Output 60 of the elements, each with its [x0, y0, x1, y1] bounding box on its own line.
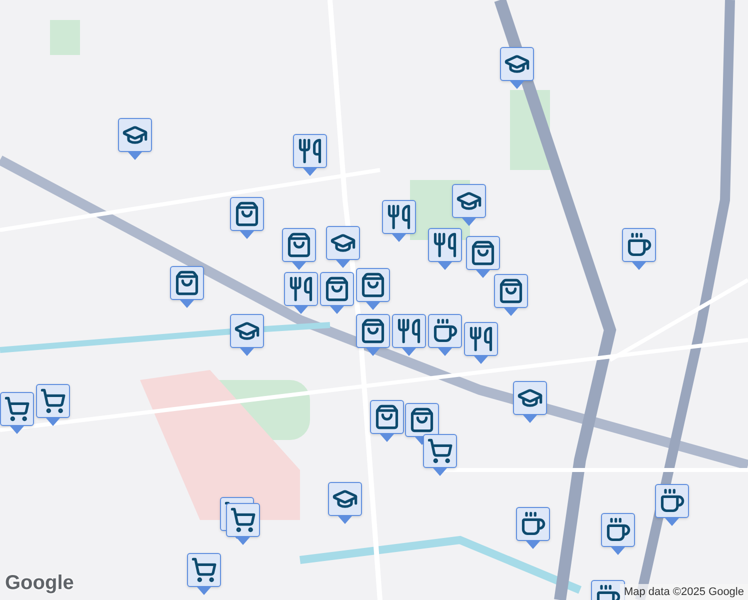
school-marker[interactable] [500, 47, 534, 89]
shopping-bag-icon [374, 404, 400, 430]
shopping-bag-icon [498, 278, 524, 304]
shopping-bag-icon [360, 272, 386, 298]
coffee-cup-icon [520, 511, 546, 537]
shopping-bag-marker[interactable] [466, 236, 500, 278]
shopping-bag-icon [324, 276, 350, 302]
shopping-bag-marker[interactable] [494, 274, 528, 316]
shopping-bag-marker[interactable] [282, 228, 316, 270]
school-marker[interactable] [328, 482, 362, 524]
coffee-cup-icon [659, 488, 685, 514]
school-marker[interactable] [452, 184, 486, 226]
restaurant-marker[interactable] [428, 228, 462, 270]
restaurant-marker[interactable] [284, 272, 318, 314]
google-logo: Google [5, 571, 74, 596]
coffee-cup-marker[interactable] [622, 228, 656, 270]
shopping-bag-icon [174, 270, 200, 296]
shopping-cart-marker[interactable] [36, 384, 70, 426]
shopping-cart-icon [230, 507, 256, 533]
shopping-bag-marker[interactable] [356, 268, 390, 310]
school-marker[interactable] [513, 381, 547, 423]
shopping-bag-marker[interactable] [320, 272, 354, 314]
restaurant-marker[interactable] [382, 200, 416, 242]
shopping-bag-icon [470, 240, 496, 266]
coffee-cup-icon [626, 232, 652, 258]
fork-knife-icon [297, 138, 323, 164]
shopping-cart-icon [40, 388, 66, 414]
coffee-cup-marker[interactable] [516, 507, 550, 549]
shopping-cart-marker[interactable] [423, 434, 457, 476]
fork-knife-icon [468, 326, 494, 352]
fork-knife-icon [288, 276, 314, 302]
coffee-cup-icon [432, 318, 458, 344]
coffee-cup-marker[interactable] [601, 513, 635, 555]
coffee-cup-icon [605, 517, 631, 543]
school-marker[interactable] [326, 226, 360, 268]
restaurant-marker[interactable] [392, 314, 426, 356]
shopping-bag-icon [409, 407, 435, 433]
shopping-cart-icon [191, 557, 217, 583]
shopping-bag-icon [286, 232, 312, 258]
school-marker[interactable] [118, 118, 152, 160]
shopping-cart-icon [427, 438, 453, 464]
fork-knife-icon [432, 232, 458, 258]
restaurant-marker[interactable] [293, 134, 327, 176]
shopping-bag-icon [234, 201, 260, 227]
shopping-cart-marker[interactable] [0, 392, 34, 434]
coffee-cup-marker[interactable] [428, 314, 462, 356]
shopping-bag-marker[interactable] [170, 266, 204, 308]
fork-knife-icon [396, 318, 422, 344]
shopping-bag-marker[interactable] [356, 314, 390, 356]
shopping-cart-icon [4, 396, 30, 422]
shopping-bag-marker[interactable] [405, 403, 439, 445]
fork-knife-icon [386, 204, 412, 230]
shopping-cart-marker[interactable] [226, 503, 260, 545]
shopping-cart-marker[interactable] [187, 553, 221, 595]
shopping-bag-marker[interactable] [370, 400, 404, 442]
shopping-bag-marker[interactable] [230, 197, 264, 239]
coffee-cup-marker[interactable] [655, 484, 689, 526]
restaurant-marker[interactable] [464, 322, 498, 364]
shopping-bag-icon [360, 318, 386, 344]
school-marker[interactable] [230, 314, 264, 356]
